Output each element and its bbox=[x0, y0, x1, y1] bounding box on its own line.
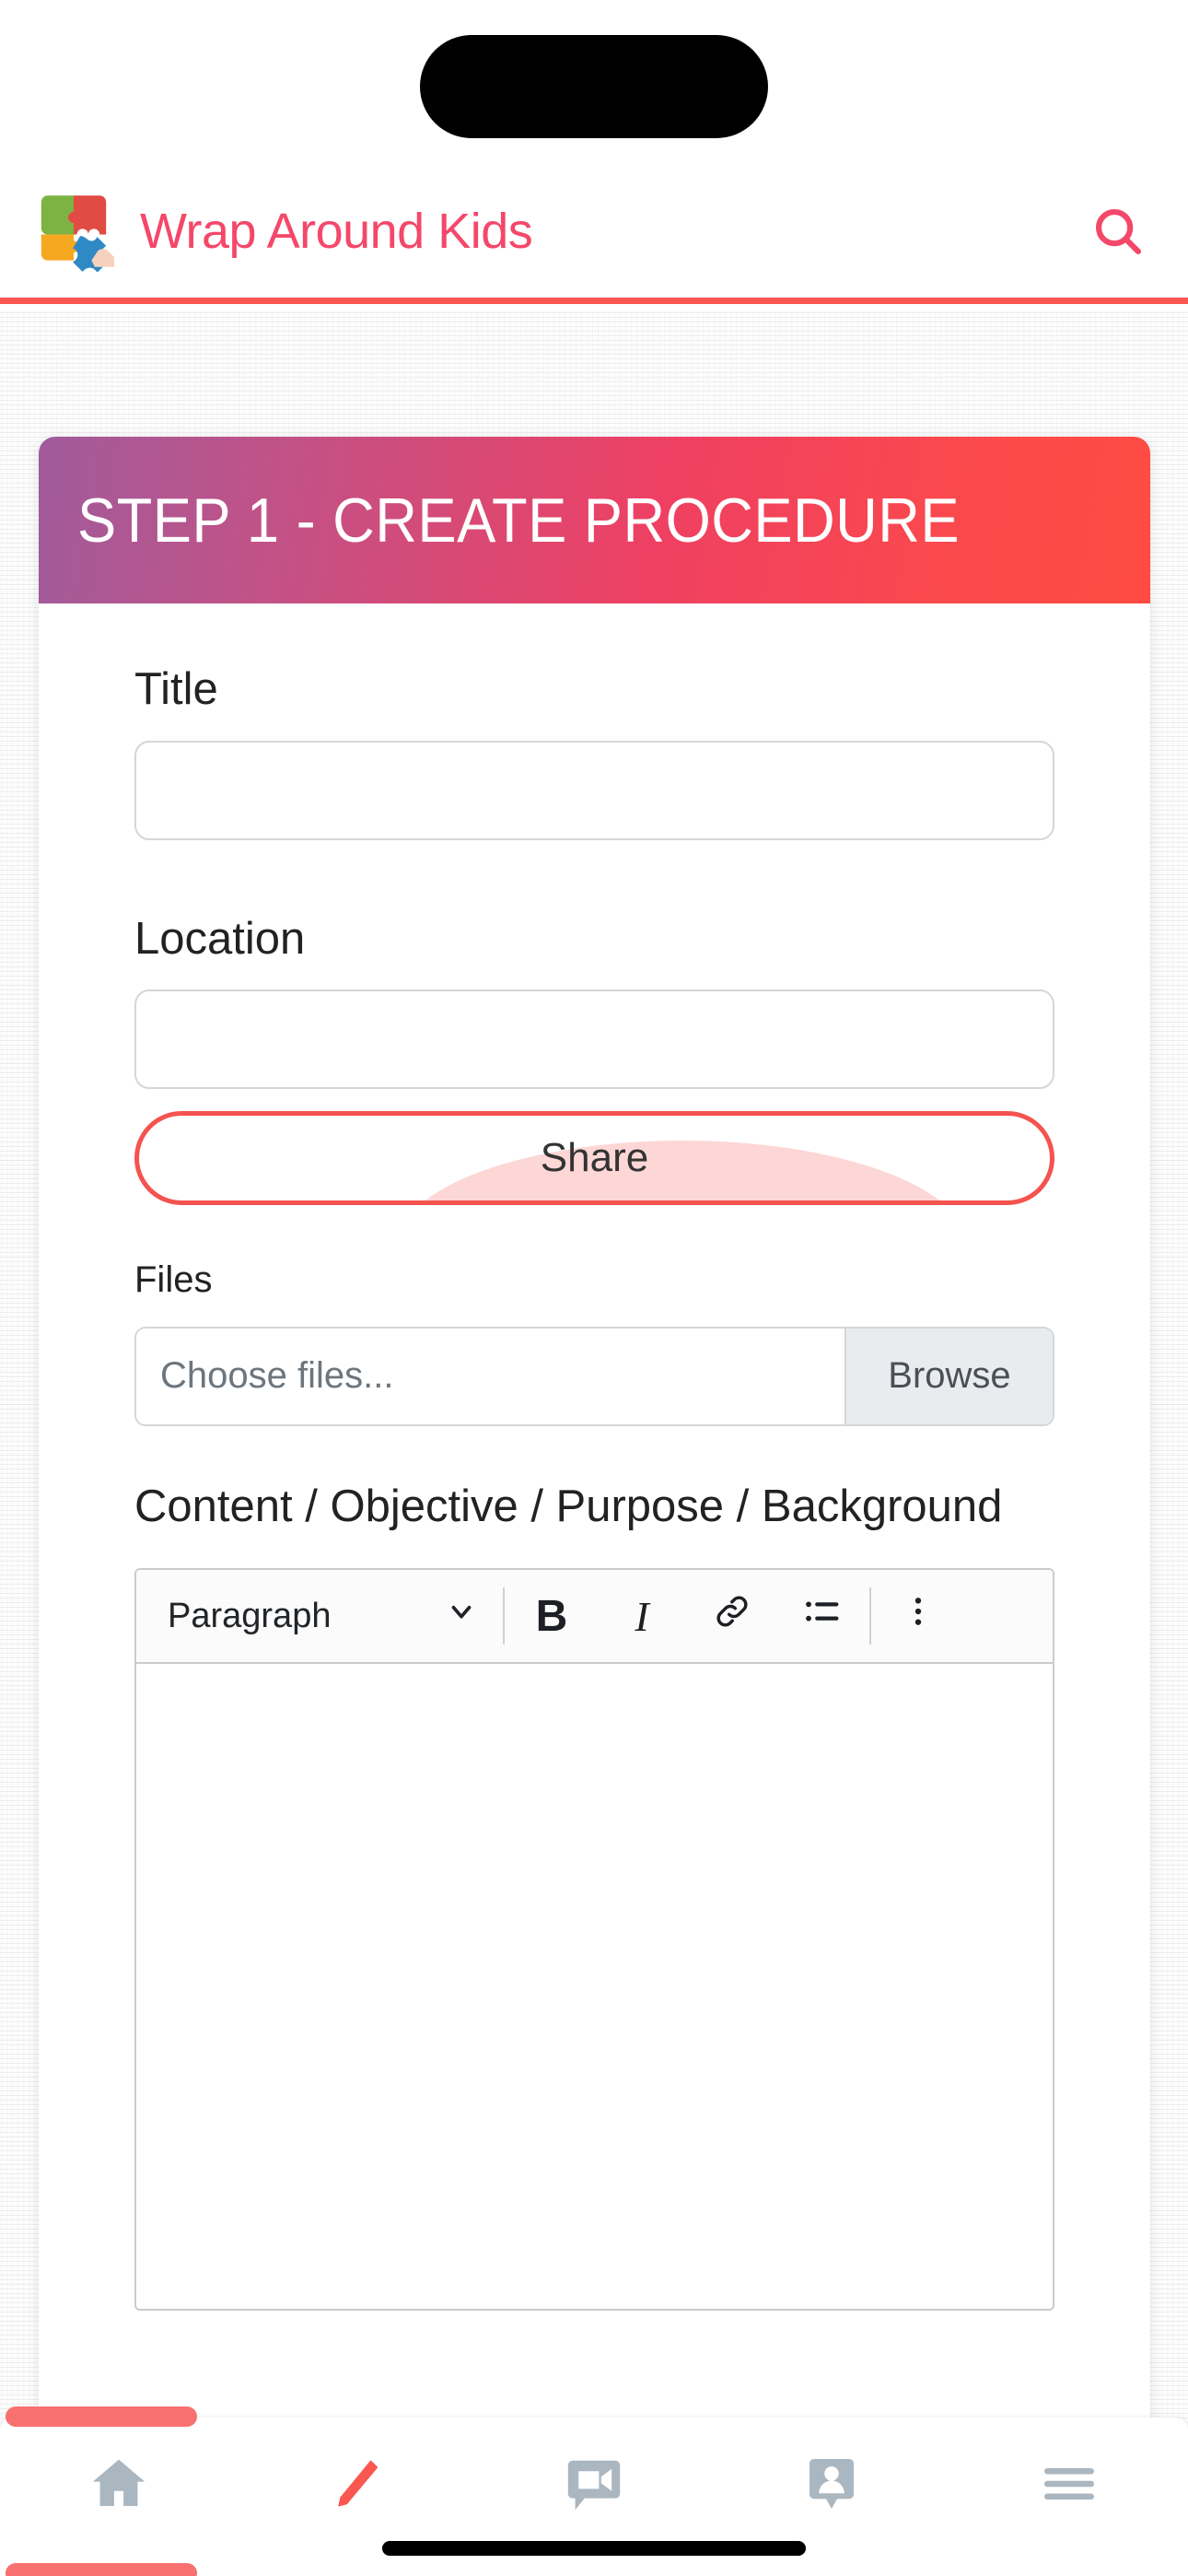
more-options-button[interactable] bbox=[873, 1570, 963, 1662]
dynamic-island bbox=[420, 35, 768, 138]
more-vertical-icon bbox=[900, 1593, 937, 1640]
italic-icon: I bbox=[635, 1592, 649, 1640]
pencil-icon bbox=[323, 2451, 390, 2517]
procedure-card: STEP 1 - CREATE PROCEDURE Title Location… bbox=[39, 437, 1150, 2576]
bold-icon: B bbox=[535, 1591, 568, 1641]
title-input[interactable] bbox=[134, 740, 1054, 840]
bullet-list-icon bbox=[801, 1590, 844, 1643]
toolbar-separator-2 bbox=[869, 1587, 871, 1645]
brand[interactable]: Wrap Around Kids bbox=[33, 191, 533, 272]
rich-text-editor: Paragraph B I bbox=[134, 1568, 1054, 2312]
accent-bar-top bbox=[6, 2406, 197, 2427]
browse-button[interactable]: Browse bbox=[844, 1328, 1053, 1424]
bold-button[interactable]: B bbox=[507, 1570, 597, 1662]
nav-item-edit[interactable] bbox=[238, 2441, 475, 2526]
link-button[interactable] bbox=[687, 1570, 777, 1662]
video-chat-icon bbox=[561, 2451, 627, 2517]
share-button[interactable]: Share bbox=[134, 1111, 1054, 1206]
accent-bar-bottom bbox=[6, 2563, 197, 2576]
location-input[interactable] bbox=[134, 989, 1054, 1090]
bullet-list-button[interactable] bbox=[777, 1570, 868, 1662]
share-button-label: Share bbox=[540, 1135, 649, 1181]
card-body: Title Location Share Files Choose files.… bbox=[39, 603, 1150, 2312]
app-header: Wrap Around Kids bbox=[0, 164, 1188, 304]
search-button[interactable] bbox=[1081, 194, 1155, 268]
status-bar bbox=[0, 0, 1188, 164]
ripple-effect bbox=[396, 1141, 968, 1201]
home-indicator bbox=[382, 2541, 806, 2556]
puzzle-hand-logo-icon bbox=[33, 191, 114, 272]
title-label: Title bbox=[134, 664, 218, 714]
location-label: Location bbox=[134, 913, 306, 964]
brand-title: Wrap Around Kids bbox=[140, 203, 533, 259]
toolbar-separator bbox=[503, 1587, 505, 1645]
file-input-group[interactable]: Choose files... Browse bbox=[134, 1326, 1054, 1426]
page-title: STEP 1 - CREATE PROCEDURE bbox=[77, 485, 961, 556]
file-name-display[interactable]: Choose files... bbox=[136, 1328, 844, 1424]
link-icon bbox=[712, 1591, 752, 1642]
nav-item-contacts[interactable] bbox=[713, 2441, 950, 2526]
italic-button[interactable]: I bbox=[597, 1570, 687, 1662]
format-select-value: Paragraph bbox=[168, 1596, 332, 1635]
search-icon bbox=[1089, 203, 1147, 260]
editor-toolbar: Paragraph B I bbox=[136, 1570, 1053, 1665]
home-icon bbox=[86, 2451, 152, 2517]
chevron-down-icon bbox=[446, 1596, 477, 1636]
nav-item-home[interactable] bbox=[0, 2441, 238, 2526]
files-label: Files bbox=[134, 1259, 213, 1301]
contact-card-icon bbox=[798, 2451, 865, 2517]
hamburger-menu-icon bbox=[1039, 2453, 1100, 2514]
content-label: Content / Objective / Purpose / Backgrou… bbox=[134, 1481, 1003, 1531]
editor-content-area[interactable] bbox=[136, 1664, 1053, 2310]
format-select[interactable]: Paragraph bbox=[142, 1570, 501, 1662]
nav-item-video-chat[interactable] bbox=[475, 2441, 713, 2526]
nav-item-menu[interactable] bbox=[950, 2441, 1188, 2526]
card-header: STEP 1 - CREATE PROCEDURE bbox=[39, 437, 1150, 603]
